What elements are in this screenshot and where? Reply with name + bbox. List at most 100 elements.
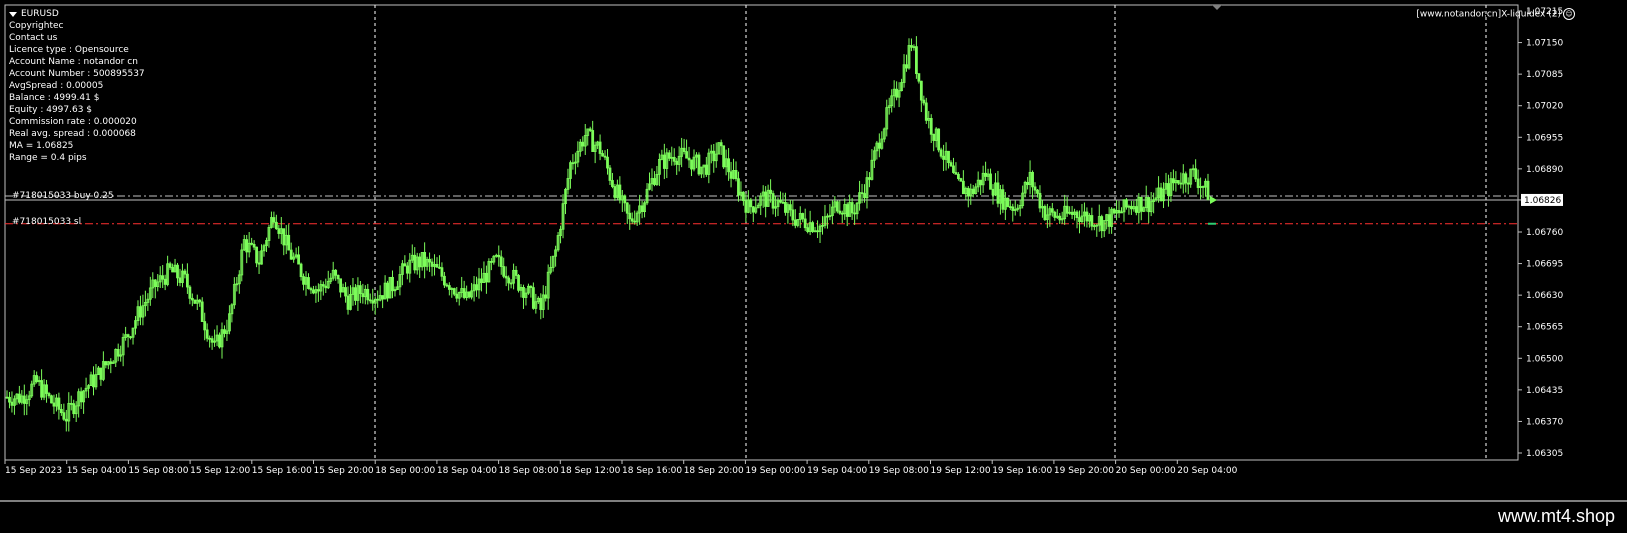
candle-body [69, 403, 73, 405]
x-tick-label: 18 Sep 08:00 [499, 466, 559, 476]
symbol-title[interactable]: EURUSD [9, 8, 145, 20]
candle-body [919, 80, 923, 101]
position-arrow-icon [1210, 195, 1217, 204]
candle-body [1147, 197, 1151, 213]
candle-body [1196, 178, 1200, 188]
candle-body [59, 408, 63, 414]
candle-body [440, 267, 444, 277]
candle-body [252, 243, 256, 248]
dropdown-triangle-icon[interactable] [9, 11, 17, 17]
x-tick-label: 15 Sep 16:00 [252, 466, 312, 476]
candle-body [742, 191, 745, 202]
candle-body [603, 155, 607, 158]
x-tick-label: 20 Sep 00:00 [1116, 466, 1176, 476]
candle-body [188, 286, 192, 299]
candle-body [92, 374, 95, 388]
candle-body [1134, 206, 1138, 213]
candle-body [539, 297, 543, 310]
candle-body [366, 288, 370, 301]
candle-body [22, 395, 26, 404]
candle-body [793, 219, 797, 226]
candle-body [171, 267, 174, 273]
candle-body [954, 172, 958, 175]
candle-body [176, 264, 179, 279]
candle-body [806, 227, 810, 233]
candle-body [1167, 183, 1170, 197]
candle-body [611, 180, 614, 187]
candle-body [183, 270, 187, 275]
candle-body [996, 182, 1000, 204]
brand-text: [www.notandor.cn]X-liquidex (2) [1416, 9, 1561, 20]
candle-body [737, 178, 740, 196]
candle-body [413, 254, 417, 271]
candle-body [277, 228, 281, 234]
candle-body [358, 285, 362, 294]
x-tick-label: 19 Sep 12:00 [931, 466, 991, 476]
stop-loss-label[interactable]: #718015033 sl [12, 217, 81, 227]
candle-body [1085, 211, 1089, 222]
candle-body [989, 173, 992, 190]
candle-body [608, 167, 612, 181]
candle-body [50, 395, 53, 404]
y-tick-label: 1.06760 [1526, 228, 1563, 238]
y-tick-label: 1.07150 [1526, 39, 1563, 49]
candle-body [438, 266, 441, 269]
candle-body [905, 64, 908, 69]
y-tick-label: 1.06435 [1526, 386, 1563, 396]
candle-body [914, 46, 918, 74]
candle-body [1179, 182, 1183, 185]
candle-body [452, 288, 456, 295]
candle-body [381, 295, 385, 300]
candle-body [811, 222, 815, 232]
candle-body [163, 278, 167, 285]
candle-body [853, 212, 857, 215]
candle-body [1206, 180, 1210, 201]
candle-body [1075, 211, 1079, 218]
chart-area[interactable]: 1.07215 1.07150 1.07085 1.07020 1.06955 1.068… [0, 0, 1627, 500]
candle-body [475, 284, 478, 291]
info-line: Real avg. spread : 0.000068 [9, 129, 136, 139]
info-line: Account Name : notandor cn [9, 57, 138, 67]
candle-body [334, 269, 338, 276]
candle-body [917, 73, 921, 82]
candle-body [35, 375, 39, 383]
candle-body [1112, 208, 1116, 214]
footer-bar: www.mt4.shop [0, 500, 1627, 533]
candle-body [788, 204, 792, 211]
price-chart[interactable]: 1.072151.071501.070851.070201.069551.068… [0, 0, 1627, 500]
candle-body [910, 45, 913, 48]
candle-body [443, 275, 446, 286]
y-tick-label: 1.07085 [1526, 70, 1563, 80]
candle-body [601, 153, 604, 157]
candle-body [1201, 186, 1205, 188]
candle-body [734, 170, 738, 180]
candle-body [957, 173, 960, 179]
candle-body [116, 349, 120, 357]
candle-body [991, 188, 995, 196]
candle-body [126, 334, 130, 338]
y-tick-label: 1.06370 [1526, 417, 1563, 427]
account-info-panel: EURUSD Copyrightec Contact us Licence ty… [9, 8, 145, 164]
candle-body [480, 278, 483, 283]
candle-body [690, 159, 693, 170]
candle-body [1078, 217, 1081, 223]
candle-body [79, 391, 83, 403]
candle-body [371, 300, 375, 304]
info-line: MA = 1.06825 [9, 141, 74, 151]
y-tick-label: 1.06565 [1526, 323, 1563, 333]
candle-body [623, 195, 627, 204]
candle-body [57, 397, 61, 410]
y-tick-label: 1.06500 [1526, 354, 1563, 364]
candle-body [801, 213, 805, 220]
smiley-icon: ☺ [1563, 8, 1575, 20]
candle-body [1043, 206, 1047, 220]
y-tick-label: 1.06955 [1526, 133, 1563, 143]
candle-body [952, 165, 955, 173]
candle-body [1125, 199, 1128, 208]
candle-body [522, 287, 525, 298]
y-tick-label: 1.06890 [1526, 165, 1563, 175]
candle-body [618, 184, 622, 201]
candle-body [779, 199, 782, 203]
buy-order-label[interactable]: #718015033 buy 0.25 [12, 191, 114, 201]
candle-body [1090, 215, 1094, 227]
